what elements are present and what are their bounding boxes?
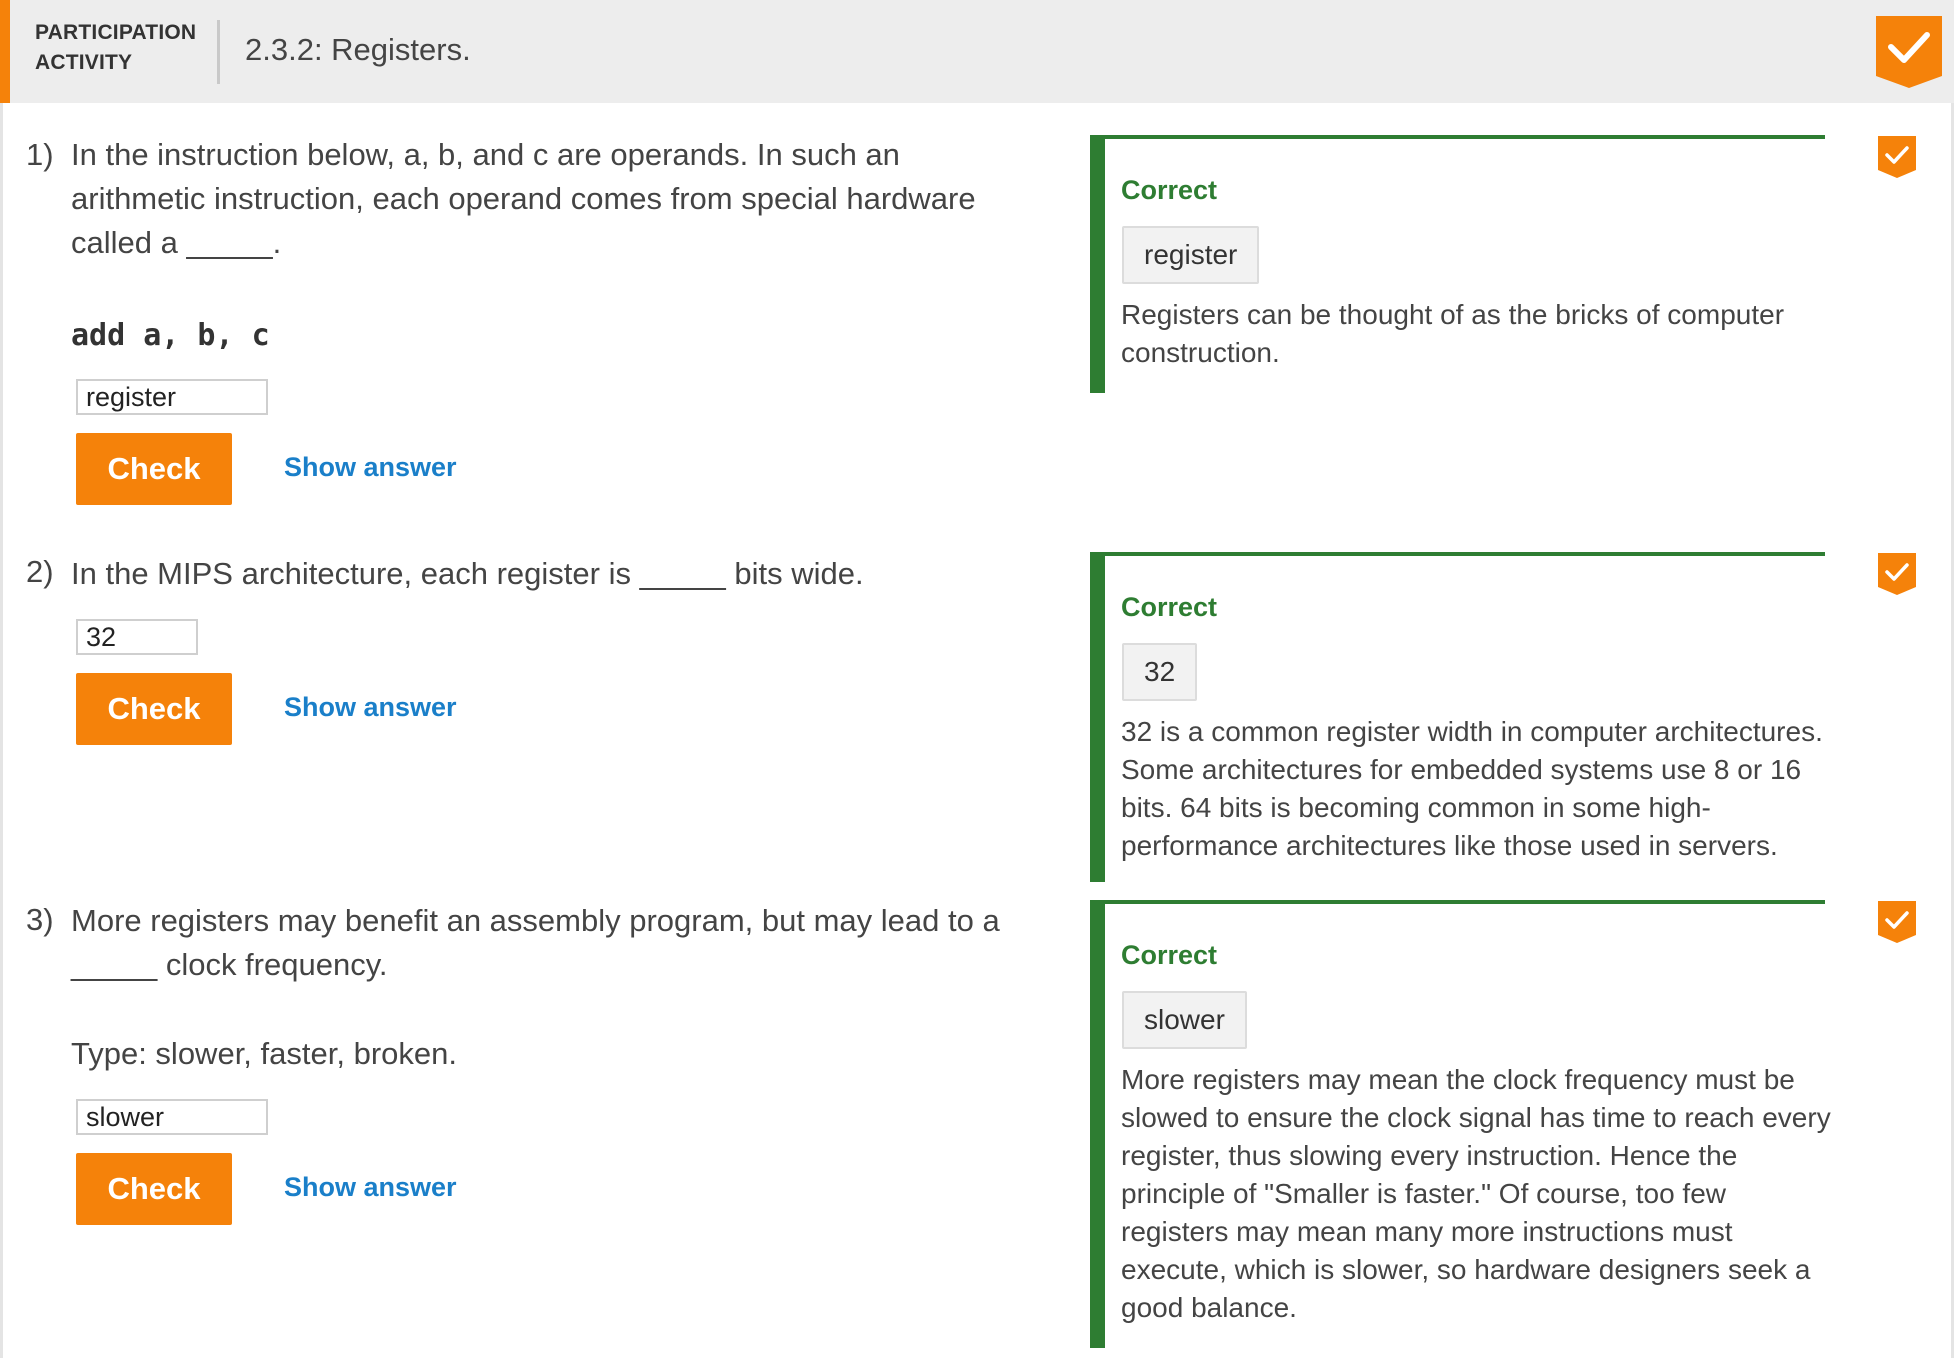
question-2-feedback-status: Correct bbox=[1121, 592, 1218, 622]
question-2-number: 2) bbox=[26, 554, 54, 589]
question-2-text: In the MIPS architecture, each register … bbox=[71, 556, 864, 591]
question-2-checkmark-icon bbox=[1878, 553, 1916, 595]
activity-kind-label: PARTICIPATION ACTIVITY bbox=[35, 21, 197, 74]
question-1-answer-input[interactable] bbox=[76, 379, 268, 415]
question-2-check-button[interactable]: Check bbox=[76, 673, 232, 745]
question-3-text: More registers may benefit an assembly p… bbox=[71, 903, 1000, 982]
question-1-feedback-status: Correct bbox=[1121, 175, 1218, 205]
question-3-hint: Type: slower, faster, broken. bbox=[71, 1036, 457, 1071]
question-3-show-answer-link[interactable]: Show answer bbox=[284, 1172, 457, 1203]
question-3-feedback: Correct slower More registers may mean t… bbox=[1090, 900, 1831, 1348]
question-3-number: 3) bbox=[26, 902, 54, 937]
activity-header: PARTICIPATION ACTIVITY 2.3.2: Registers. bbox=[0, 0, 1954, 103]
question-2-feedback-explanation: 32 is a common register width in compute… bbox=[1121, 716, 1823, 861]
question-1-check-button[interactable]: Check bbox=[76, 433, 232, 505]
question-1-text: In the instruction below, a, b, and c ar… bbox=[71, 137, 976, 260]
question-3-check-button[interactable]: Check bbox=[76, 1153, 232, 1225]
question-2-answer-input[interactable] bbox=[76, 619, 198, 655]
question-3-answer-input[interactable] bbox=[76, 1099, 268, 1135]
question-1-feedback-answer: register bbox=[1122, 226, 1260, 284]
question-1-checkmark-icon bbox=[1878, 136, 1916, 178]
question-3-feedback-explanation: More registers may mean the clock freque… bbox=[1121, 1064, 1831, 1323]
question-3-checkmark-icon bbox=[1878, 901, 1916, 943]
question-3-feedback-status: Correct bbox=[1121, 940, 1218, 970]
question-2-feedback-answer: 32 bbox=[1122, 643, 1198, 701]
question-2-show-answer-link[interactable]: Show answer bbox=[284, 692, 457, 723]
question-1-code: add a, b, c bbox=[71, 318, 270, 353]
question-1-feedback: Correct register Registers can be though… bbox=[1090, 135, 1825, 393]
question-1-feedback-explanation: Registers can be thought of as the brick… bbox=[1121, 299, 1785, 368]
activity-title: 2.3.2: Registers. bbox=[245, 32, 471, 67]
header-divider bbox=[217, 20, 220, 84]
question-1-number: 1) bbox=[26, 137, 54, 172]
question-1-show-answer-link[interactable]: Show answer bbox=[284, 452, 457, 483]
activity-complete-checkmark-icon bbox=[1876, 16, 1942, 88]
question-2-feedback: Correct 32 32 is a common register width… bbox=[1090, 552, 1825, 882]
question-3-feedback-answer: slower bbox=[1122, 991, 1247, 1049]
